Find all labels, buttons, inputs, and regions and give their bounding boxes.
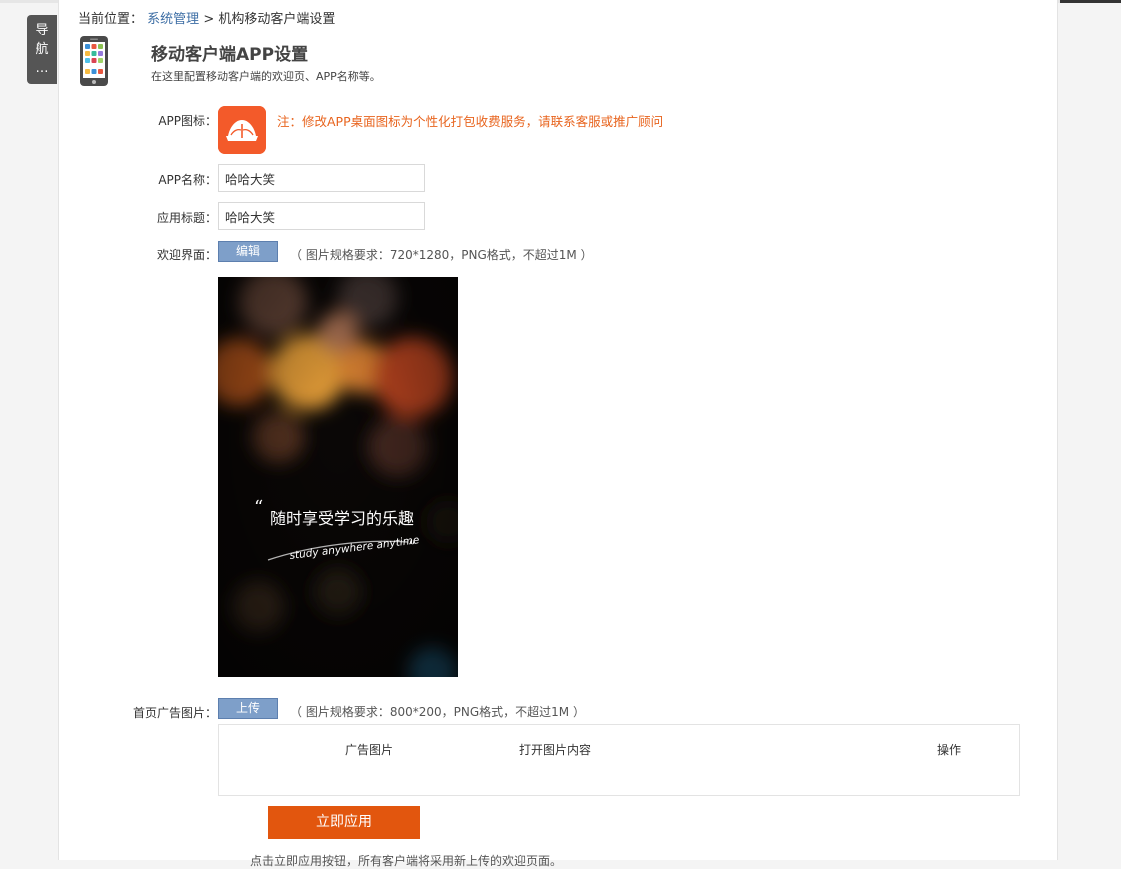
top-border-dark xyxy=(1060,0,1121,3)
ad-table-header-action: 操作 xyxy=(937,743,962,757)
nav-tab-char-2: 航 xyxy=(35,42,49,57)
app-title-label: 应用标题： xyxy=(156,211,217,225)
welcome-image-graphic: “ 随时享受学习的乐趣 study anywhere anytime ” xyxy=(218,277,458,677)
welcome-label: 欢迎界面： xyxy=(156,248,217,262)
welcome-slogan-cn: 随时享受学习的乐趣 xyxy=(270,509,414,528)
app-icon-label: APP图标： xyxy=(158,114,217,128)
apply-footnote: 点击立即应用按钮，所有客户端将采用新上传的欢迎页面。 xyxy=(250,854,563,868)
edit-welcome-button[interactable]: 编辑 xyxy=(218,241,278,262)
welcome-image-preview: “ 随时享受学习的乐趣 study anywhere anytime ” xyxy=(218,277,458,677)
app-icon-note: 注：修改APP桌面图标为个性化打包收费服务，请联系客服或推广顾问 xyxy=(277,114,664,129)
ad-spec-hint: （ 图片规格要求：800*200，PNG格式，不超过1M ） xyxy=(290,705,585,719)
nav-toggle-tab[interactable]: 导 航 … xyxy=(27,15,57,84)
app-name-label: APP名称： xyxy=(158,173,217,187)
breadcrumb-prefix: 当前位置： xyxy=(78,12,144,27)
ad-table-header-content: 打开图片内容 xyxy=(519,743,592,757)
ad-table-header-image: 广告图片 xyxy=(345,743,394,757)
nav-tab-more: … xyxy=(35,61,49,76)
ad-image-label: 首页广告图片： xyxy=(132,706,217,720)
mobile-phone-icon xyxy=(80,36,108,86)
svg-text:“: “ xyxy=(254,497,263,518)
app-title-input[interactable] xyxy=(218,202,425,230)
app-book-icon xyxy=(218,106,266,154)
ad-table: 广告图片 打开图片内容 操作 xyxy=(218,724,1020,796)
breadcrumb-link-system[interactable]: 系统管理 xyxy=(147,12,199,27)
page-subtitle: 在这里配置移动客户端的欢迎页、APP名称等。 xyxy=(151,70,381,83)
welcome-spec-hint: （ 图片规格要求：720*1280，PNG格式，不超过1M ） xyxy=(290,248,593,262)
nav-tab-char-1: 导 xyxy=(35,23,49,38)
upload-ad-button[interactable]: 上传 xyxy=(218,698,278,719)
breadcrumb-current: 机构移动客户端设置 xyxy=(218,12,336,27)
breadcrumb-separator: > xyxy=(203,12,215,27)
page-title: 移动客户端APP设置 xyxy=(151,45,309,65)
app-name-input[interactable] xyxy=(218,164,425,192)
svg-text:”: ” xyxy=(408,537,416,556)
breadcrumb: 当前位置： 系统管理 > 机构移动客户端设置 xyxy=(78,8,335,27)
apply-now-button[interactable]: 立即应用 xyxy=(268,806,420,839)
